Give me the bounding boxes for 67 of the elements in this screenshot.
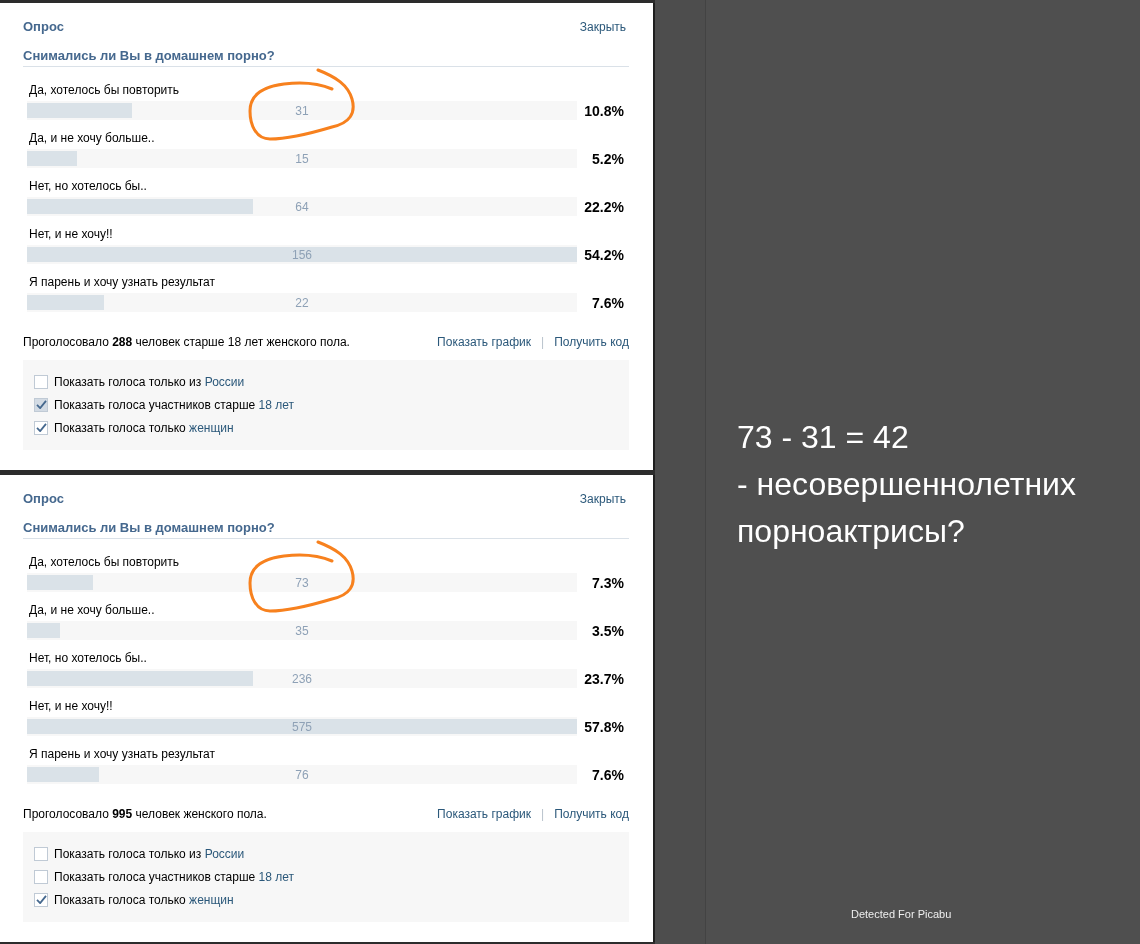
poll-question: Снимались ли Вы в домашнем порно? (23, 520, 629, 539)
filter-link[interactable]: 18 лет (258, 869, 295, 884)
get-code-link[interactable]: Получить код (554, 807, 629, 821)
vote-count: 236 (292, 671, 312, 686)
vote-percent: 54.2% (583, 246, 625, 263)
caption-text: 73 - 31 = 42 - несовершеннолетних порноактрисы? (737, 418, 1076, 551)
check-icon (35, 400, 47, 409)
filter-label: Показать голоса только из России (54, 846, 245, 861)
poll-question: Снимались ли Вы в домашнем порно? (23, 48, 629, 67)
filter-link[interactable]: России (204, 846, 245, 861)
close-link[interactable]: Закрыть (579, 492, 626, 506)
note-text: Detected For Picabu (851, 908, 952, 920)
checkbox[interactable] (34, 846, 48, 861)
checkbox[interactable] (34, 397, 48, 412)
checkbox[interactable] (34, 892, 48, 907)
vote-percent: 23.7% (583, 670, 625, 687)
option-label: Нет, и не хочу!! (28, 699, 113, 713)
link-separator: | (541, 335, 545, 349)
poll-title: Опрос (23, 20, 64, 34)
vote-percent: 7.3% (591, 574, 625, 591)
filter-link[interactable]: женщин (189, 420, 234, 435)
vote-count: 31 (295, 103, 309, 118)
check-icon (35, 895, 47, 904)
vote-count: 575 (292, 719, 312, 734)
get-code-link[interactable]: Получить код (554, 335, 629, 349)
vote-summary: Проголосовало 995 человек женского пола. (23, 807, 267, 821)
show-chart-link[interactable]: Показать график (437, 335, 531, 349)
vote-count: 15 (295, 151, 309, 166)
vote-count: 35 (295, 623, 309, 638)
filter-link[interactable]: женщин (189, 892, 234, 907)
vote-summary: Проголосовало 288 человек старше 18 лет женского пола. (23, 335, 350, 349)
option-label: Я парень и хочу узнать результат (28, 275, 216, 289)
filter-label: Показать голоса только женщин (54, 420, 234, 435)
filter-link[interactable]: 18 лет (258, 397, 295, 412)
close-link[interactable]: Закрыть (579, 20, 626, 34)
show-chart-link[interactable]: Показать график (437, 807, 531, 821)
vote-percent: 3.5% (591, 622, 625, 639)
checkbox[interactable] (34, 374, 48, 389)
checkbox[interactable] (34, 420, 48, 435)
filter-label: Показать голоса только из России (54, 374, 245, 389)
poll-title: Опрос (23, 492, 64, 506)
option-label: Нет, но хотелось бы.. (28, 179, 147, 193)
vote-percent: 7.6% (591, 766, 625, 783)
option-label: Да, хотелось бы повторить (28, 83, 180, 97)
option-label: Да, хотелось бы повторить (28, 555, 180, 569)
link-separator: | (541, 807, 545, 821)
option-label: Я парень и хочу узнать результат (28, 747, 216, 761)
vote-percent: 57.8% (583, 718, 625, 735)
check-icon (35, 423, 47, 432)
filter-link[interactable]: России (204, 374, 245, 389)
vote-percent: 22.2% (583, 198, 625, 215)
option-label: Да, и не хочу больше.. (28, 603, 155, 617)
checkbox[interactable] (34, 869, 48, 884)
option-label: Нет, но хотелось бы.. (28, 651, 147, 665)
option-label: Нет, и не хочу!! (28, 227, 113, 241)
option-label: Да, и не хочу больше.. (28, 131, 155, 145)
vote-count: 64 (295, 199, 309, 214)
vote-count: 22 (295, 295, 309, 310)
filter-label: Показать голоса участников старше 18 лет (54, 869, 295, 884)
filter-label: Показать голоса только женщин (54, 892, 234, 907)
vote-percent: 5.2% (591, 150, 625, 167)
vote-percent: 7.6% (591, 294, 625, 311)
filter-label: Показать голоса участников старше 18 лет (54, 397, 295, 412)
vote-count: 156 (292, 247, 312, 262)
vote-count: 73 (295, 575, 309, 590)
vote-percent: 10.8% (583, 102, 625, 119)
vote-count: 76 (295, 767, 309, 782)
